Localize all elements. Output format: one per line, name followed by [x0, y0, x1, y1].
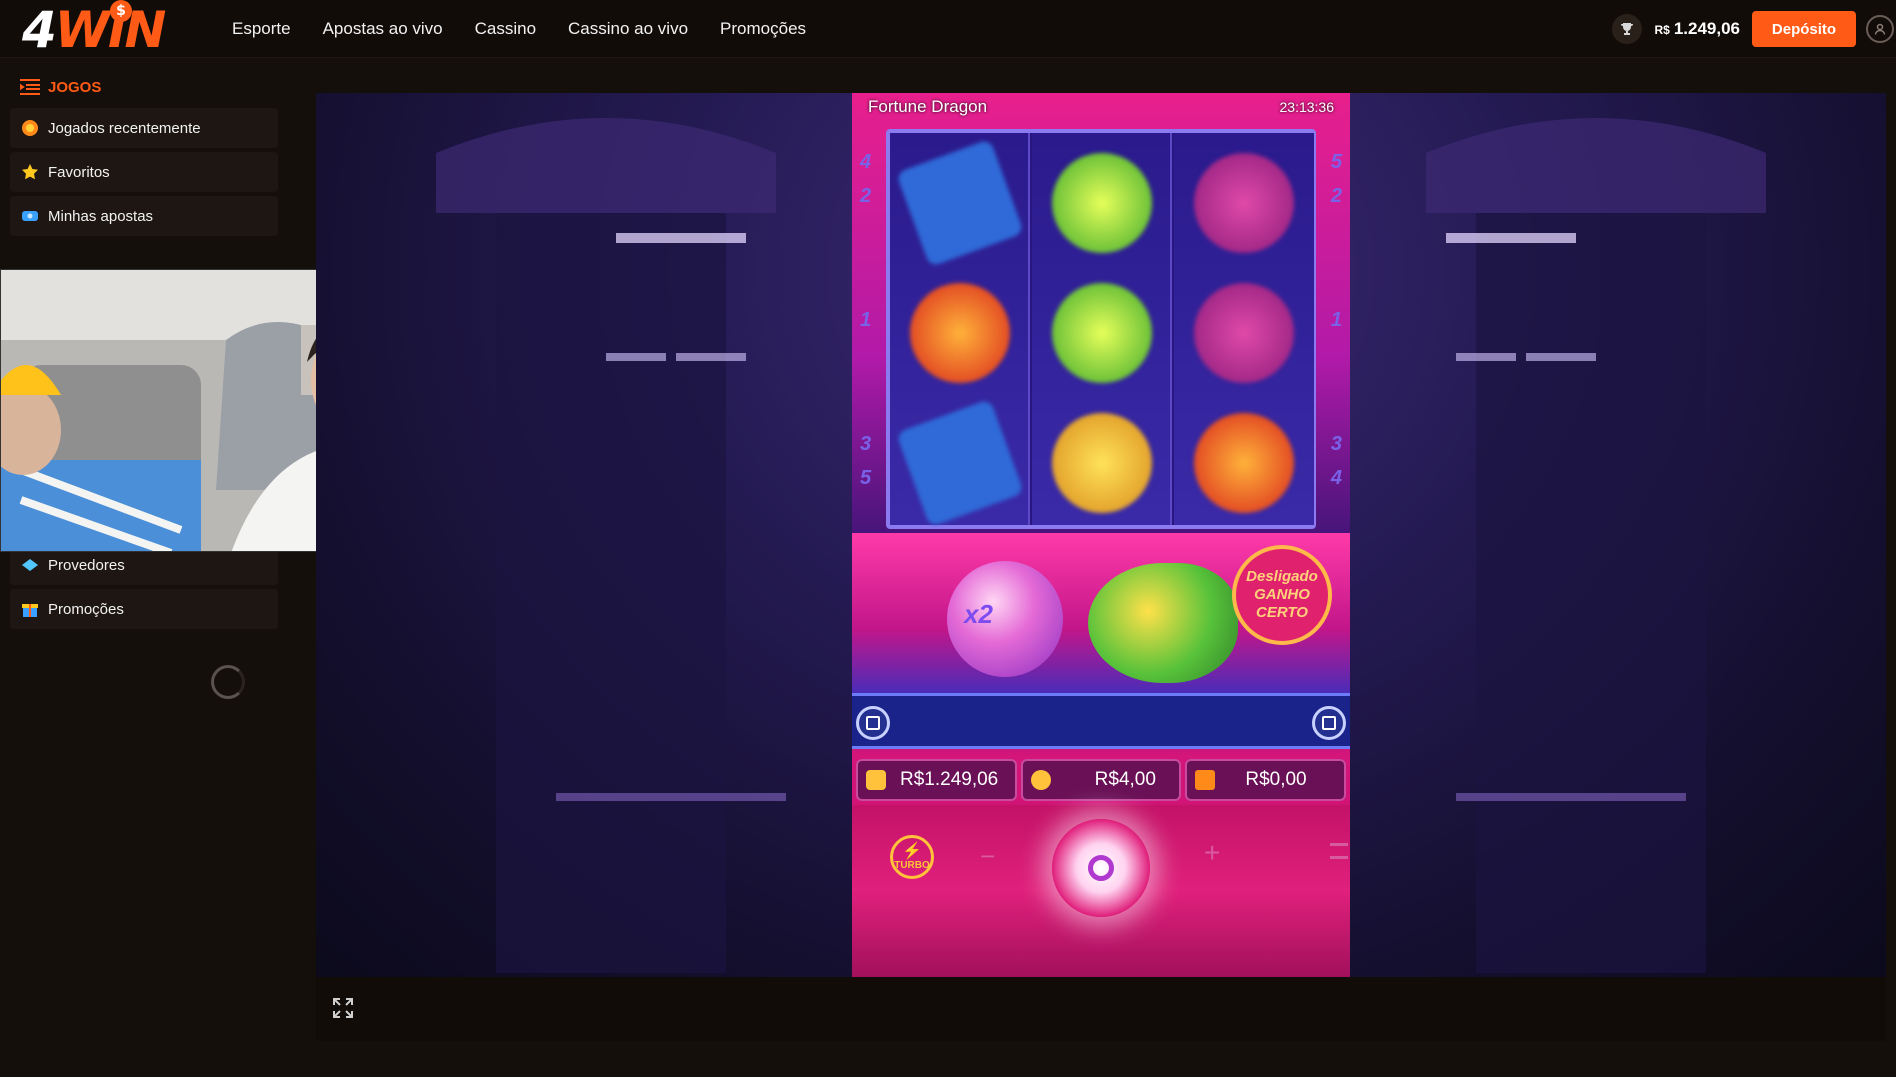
sidebar-item-label: Minhas apostas	[48, 207, 154, 225]
game-balance-value: R$1.249,06	[900, 769, 999, 790]
nav-cassino[interactable]: Cassino	[475, 19, 536, 39]
user-avatar-icon[interactable]	[1866, 15, 1894, 43]
payline-number: 3	[860, 433, 872, 455]
payline-number: 4	[1330, 467, 1342, 489]
badge-line: GANHO	[1254, 586, 1310, 603]
trophy-icon[interactable]	[1612, 14, 1643, 44]
payline-number: 3	[1330, 433, 1342, 455]
left-square-button[interactable]	[856, 706, 890, 740]
coins-icon	[1030, 770, 1051, 790]
turbo-label: TURBO	[894, 859, 930, 871]
site-logo[interactable]: 4 WIN $	[22, 0, 166, 59]
payline-number: 1	[860, 309, 872, 331]
game-bet-value: R$4,00	[1094, 769, 1156, 790]
turbo-button[interactable]: ⚡ TURBO	[890, 835, 934, 879]
game-bet-box: R$4,00	[1020, 759, 1182, 801]
nav-promocoes[interactable]: Promoções	[720, 19, 806, 39]
sidebar-item-label: Jogados recentemente	[48, 119, 201, 137]
nav-apostas-ao-vivo[interactable]: Apostas ao vivo	[323, 19, 443, 39]
ingot-symbol-icon	[1052, 283, 1152, 383]
game-clock: 23:13:36	[1279, 99, 1335, 115]
payline-number: 2	[1330, 185, 1342, 207]
spin-button[interactable]	[1052, 819, 1150, 917]
dragon-feature-area: x2 Desligado GANHO CERTO	[852, 533, 1350, 693]
payline-number: 1	[1330, 309, 1342, 331]
badge-line: CERTO	[1256, 604, 1308, 621]
payline-number: 4	[860, 151, 872, 173]
game-balance-box: R$1.249,06	[856, 759, 1017, 801]
account-area: R$ 1.249,06 Depósito	[1612, 0, 1896, 58]
sidebar-item-recent[interactable]: Jogados recentemente	[10, 108, 278, 148]
sidebar-item-favoritos[interactable]: Favoritos	[10, 152, 278, 192]
knot-symbol-icon	[1194, 153, 1294, 253]
game-win-box: R$0,00	[1185, 759, 1347, 801]
page-root: 4 WIN $ Esporte Apostas ao vivo Cassino C…	[0, 0, 1896, 1077]
nav-esporte[interactable]: Esporte	[232, 19, 291, 39]
main-nav: Esporte Apostas ao vivo Cassino Cassino …	[232, 0, 806, 58]
game-menu-icon[interactable]	[1330, 843, 1348, 859]
ingot-symbol-icon	[1052, 153, 1152, 253]
lightning-icon: ⚡	[902, 842, 922, 860]
menu-icon	[20, 77, 40, 97]
sidebar: JOGOS Jogados recentemente Favoritos Min…	[0, 59, 296, 1077]
message-bar	[852, 693, 1350, 749]
reel-2	[1032, 133, 1172, 525]
sidebar-title-label: JOGOS	[48, 78, 102, 96]
logo-coin-icon: $	[110, 0, 132, 22]
ticket-icon	[20, 206, 40, 226]
win-icon	[1195, 770, 1216, 790]
logo-four: 4	[22, 1, 57, 59]
deposit-button[interactable]: Depósito	[1752, 11, 1856, 47]
lantern-symbol-icon	[910, 283, 1010, 383]
dragon-icon	[1088, 563, 1238, 683]
sidebar-item-label: Promoções	[48, 600, 124, 618]
sidebar-item-promocoes[interactable]: Promoções	[10, 589, 278, 629]
game-controls: ⚡ TURBO − +	[852, 805, 1350, 977]
sidebar-item-label: Favoritos	[48, 163, 110, 181]
coins-symbol-icon	[1052, 413, 1152, 513]
game-win-value: R$0,00	[1245, 769, 1307, 790]
game-footer	[316, 977, 1886, 1041]
increase-bet-button[interactable]: +	[1204, 837, 1220, 869]
balance-amount: 1.249,06	[1673, 19, 1740, 38]
spin-icon	[1088, 855, 1114, 881]
sidebar-item-label: Provedores	[48, 556, 125, 574]
top-navbar: 4 WIN $ Esporte Apostas ao vivo Cassino C…	[0, 0, 1896, 58]
payline-number: 5	[1330, 151, 1342, 173]
multiplier-label: x2	[964, 599, 993, 629]
provider-icon	[20, 555, 40, 575]
knot-symbol-icon	[1194, 283, 1294, 383]
fullscreen-icon[interactable]	[332, 997, 354, 1019]
loading-spinner-icon	[211, 665, 245, 699]
decrease-bet-button[interactable]: −	[980, 841, 995, 872]
sidebar-title[interactable]: JOGOS	[20, 77, 101, 97]
payline-number: 2	[860, 185, 872, 207]
scroll-symbol-icon	[895, 138, 1025, 268]
right-square-button[interactable]	[1312, 706, 1346, 740]
slot-game-window[interactable]: Fortune Dragon 23:13:36 4 2 1 3 5 5 2 1 …	[852, 93, 1350, 977]
payline-number: 5	[860, 467, 872, 489]
scroll-symbol-icon	[895, 398, 1025, 528]
lantern-symbol-icon	[1194, 413, 1294, 513]
star-icon	[20, 162, 40, 182]
sidebar-item-minhas-apostas[interactable]: Minhas apostas	[10, 196, 278, 236]
game-info-row: R$1.249,06 R$4,00 R$0,00	[856, 759, 1347, 801]
currency-symbol: R$	[1654, 23, 1670, 37]
badge-line: Desligado	[1246, 568, 1318, 585]
wallet-icon	[866, 770, 886, 790]
reel-3	[1174, 133, 1314, 525]
header-balance: R$ 1.249,06	[1654, 19, 1740, 39]
reel-1	[890, 133, 1030, 528]
ganho-certo-badge[interactable]: Desligado GANHO CERTO	[1232, 545, 1332, 645]
history-icon	[20, 118, 40, 138]
paylines-left: 4 2 1 3 5	[860, 145, 871, 495]
game-title: Fortune Dragon	[868, 97, 988, 116]
paylines-right: 5 2 1 3 4	[1331, 145, 1342, 495]
reels	[886, 129, 1316, 529]
nav-cassino-ao-vivo[interactable]: Cassino ao vivo	[568, 19, 688, 39]
gift-icon	[20, 599, 40, 619]
